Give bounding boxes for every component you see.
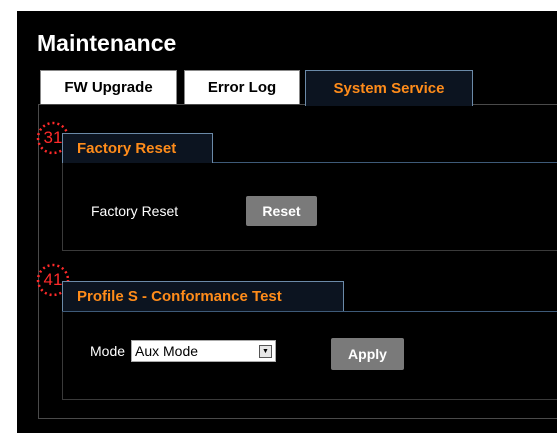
mode-select[interactable]: Aux Mode ▼: [131, 340, 276, 362]
apply-button[interactable]: Apply: [331, 338, 404, 370]
tab-fw-upgrade[interactable]: FW Upgrade: [40, 70, 177, 104]
factory-reset-label: Factory Reset: [91, 203, 179, 219]
chevron-down-icon[interactable]: ▼: [259, 344, 272, 358]
tab-system-service[interactable]: System Service: [305, 70, 473, 106]
reset-button[interactable]: Reset: [246, 196, 317, 226]
mode-label: Mode: [90, 343, 126, 359]
conformance-divider: [62, 311, 557, 312]
page-title: Maintenance: [37, 30, 177, 56]
tab-error-log[interactable]: Error Log: [184, 70, 300, 104]
factory-reset-heading: Factory Reset: [62, 133, 213, 163]
conformance-heading: Profile S - Conformance Test: [62, 281, 344, 311]
mode-select-value: Aux Mode: [135, 343, 199, 359]
